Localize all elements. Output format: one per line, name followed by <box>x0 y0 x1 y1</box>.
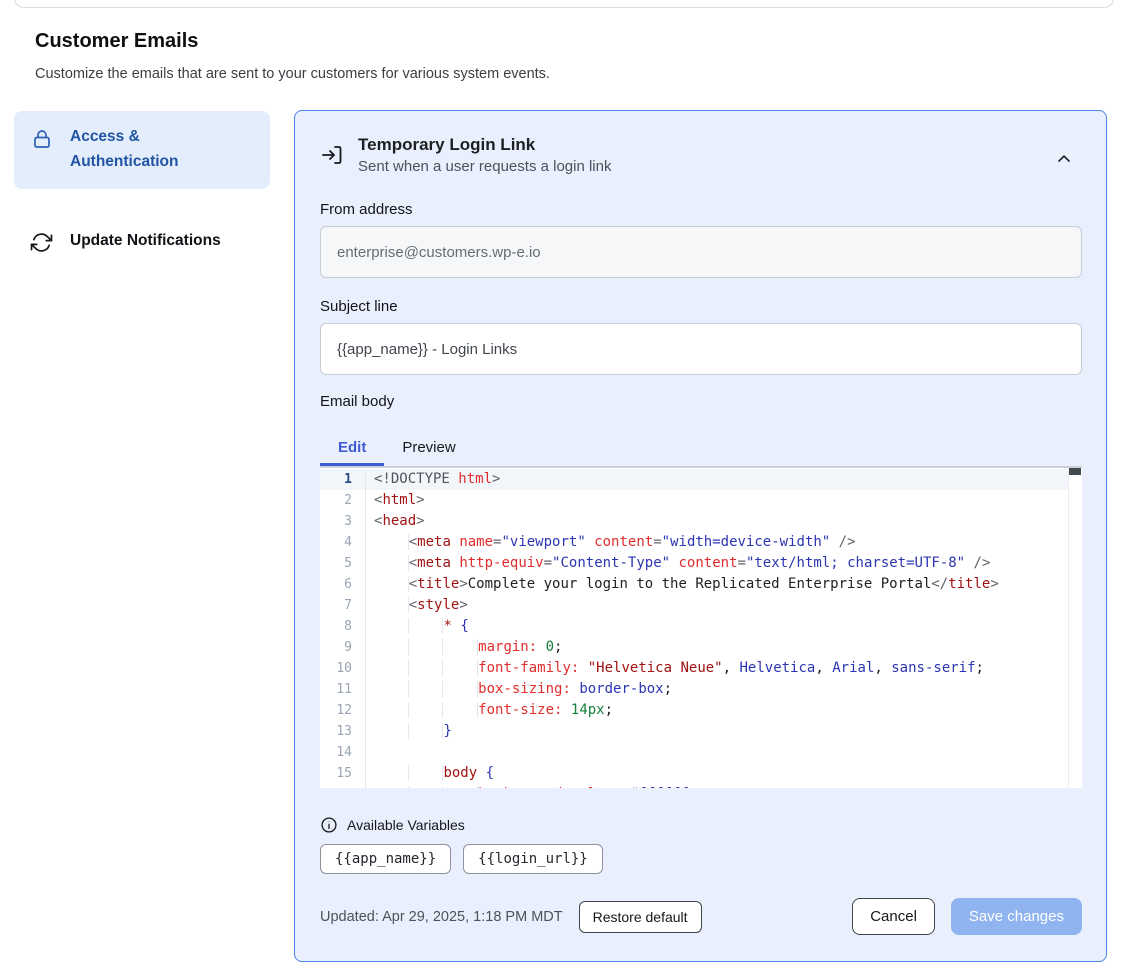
tab-preview[interactable]: Preview <box>384 430 473 466</box>
page-subtitle: Customize the emails that are sent to yo… <box>35 66 550 82</box>
line-number: 10 <box>320 658 366 679</box>
variable-chip[interactable]: {{app_name}} <box>320 844 451 874</box>
save-changes-button[interactable]: Save changes <box>951 898 1082 935</box>
info-icon <box>320 816 338 834</box>
line-number: 7 <box>320 595 366 616</box>
variable-chips: {{app_name}} {{login_url}} <box>320 844 1082 874</box>
available-variables-label: Available Variables <box>347 817 465 833</box>
code-line-content: body { <box>366 763 494 784</box>
code-line[interactable]: 6 <title>Complete your login to the Repl… <box>320 574 1082 595</box>
editor-tabs: EditPreview <box>320 430 1082 466</box>
previous-card-edge <box>14 0 1114 8</box>
available-variables-row: Available Variables <box>320 816 1082 834</box>
code-editor[interactable]: 1<!DOCTYPE html>2<html>3<head>4 <meta na… <box>320 466 1082 788</box>
code-line[interactable]: 15 body { <box>320 763 1082 784</box>
panel-title: Temporary Login Link <box>358 135 611 155</box>
code-line[interactable]: 9 margin: 0; <box>320 637 1082 658</box>
code-line[interactable]: 8 * { <box>320 616 1082 637</box>
line-number: 1 <box>320 469 366 490</box>
editor-scrollbar-thumb[interactable] <box>1069 468 1081 475</box>
line-number: 4 <box>320 532 366 553</box>
sidebar-item-label: Update Notifications <box>70 229 221 254</box>
code-line[interactable]: 4 <meta name="viewport" content="width=d… <box>320 532 1082 553</box>
page-title: Customer Emails <box>35 30 198 53</box>
line-number: 12 <box>320 700 366 721</box>
subject-line-label: Subject line <box>320 298 1082 315</box>
code-line[interactable]: 3<head> <box>320 511 1082 532</box>
login-icon <box>320 143 344 167</box>
lock-icon <box>30 127 54 151</box>
code-line[interactable]: 10 font-family: "Helvetica Neue", Helvet… <box>320 658 1082 679</box>
from-address-input[interactable] <box>320 226 1082 278</box>
sidebar-item-update-notifications[interactable]: Update Notifications <box>14 215 270 269</box>
code-line[interactable]: 12 font-size: 14px; <box>320 700 1082 721</box>
line-number: 14 <box>320 742 366 763</box>
subject-line-input[interactable] <box>320 323 1082 375</box>
code-line-content: <style> <box>366 595 468 616</box>
code-line[interactable]: 11 box-sizing: border-box; <box>320 679 1082 700</box>
code-line[interactable]: 7 <style> <box>320 595 1082 616</box>
code-line[interactable]: 16 background-color: #ffffff; <box>320 784 1082 788</box>
code-line[interactable]: 14 <box>320 742 1082 763</box>
sidebar-item-label: Access & Authentication <box>70 125 230 175</box>
sidebar-item-access-authentication[interactable]: Access & Authentication <box>14 111 270 189</box>
chevron-up-icon[interactable] <box>1054 149 1074 169</box>
code-line-content: } <box>366 721 452 742</box>
restore-default-button[interactable]: Restore default <box>579 901 702 933</box>
line-number: 5 <box>320 553 366 574</box>
panel-footer: Updated: Apr 29, 2025, 1:18 PM MDT Resto… <box>320 898 1082 935</box>
panel-subtitle: Sent when a user requests a login link <box>358 158 611 175</box>
code-line-content: <!DOCTYPE html> <box>366 469 500 490</box>
code-line-content: * { <box>366 616 469 637</box>
editor-scrollbar[interactable] <box>1068 468 1082 788</box>
code-line-content: <meta http-equiv="Content-Type" content=… <box>366 553 990 574</box>
cancel-button[interactable]: Cancel <box>852 898 935 935</box>
code-line-content: box-sizing: border-box; <box>366 679 672 700</box>
line-number: 6 <box>320 574 366 595</box>
line-number: 13 <box>320 721 366 742</box>
code-line-content: <head> <box>366 511 425 532</box>
line-number: 8 <box>320 616 366 637</box>
code-line-content: font-family: "Helvetica Neue", Helvetica… <box>366 658 984 679</box>
code-line-content: <html> <box>366 490 425 511</box>
line-number: 3 <box>320 511 366 532</box>
code-line-content: margin: 0; <box>366 637 562 658</box>
tab-edit[interactable]: Edit <box>320 430 384 466</box>
code-line[interactable]: 2<html> <box>320 490 1082 511</box>
code-line-content <box>366 742 374 763</box>
sync-icon <box>30 231 54 255</box>
updated-timestamp: Updated: Apr 29, 2025, 1:18 PM MDT <box>320 909 563 925</box>
from-address-label: From address <box>320 201 1082 218</box>
code-line[interactable]: 5 <meta http-equiv="Content-Type" conten… <box>320 553 1082 574</box>
panel-header: Temporary Login Link Sent when a user re… <box>320 135 1082 175</box>
line-number: 9 <box>320 637 366 658</box>
panel-heading-text: Temporary Login Link Sent when a user re… <box>358 135 611 175</box>
line-number: 2 <box>320 490 366 511</box>
code-line-content: font-size: 14px; <box>366 700 613 721</box>
line-number: 15 <box>320 763 366 784</box>
email-settings-panel: Temporary Login Link Sent when a user re… <box>294 110 1107 962</box>
sidebar: Access & Authentication Update Notificati… <box>14 111 270 269</box>
code-line-content: <title>Complete your login to the Replic… <box>366 574 999 595</box>
code-line-content: background-color: #ffffff; <box>366 784 697 788</box>
code-line[interactable]: 13 } <box>320 721 1082 742</box>
line-number: 16 <box>320 784 366 788</box>
variable-chip[interactable]: {{login_url}} <box>463 844 603 874</box>
code-line-content: <meta name="viewport" content="width=dev… <box>366 532 856 553</box>
code-lines: 1<!DOCTYPE html>2<html>3<head>4 <meta na… <box>320 468 1082 788</box>
line-number: 11 <box>320 679 366 700</box>
email-body-label: Email body <box>320 393 1082 410</box>
code-line[interactable]: 1<!DOCTYPE html> <box>320 469 1082 490</box>
